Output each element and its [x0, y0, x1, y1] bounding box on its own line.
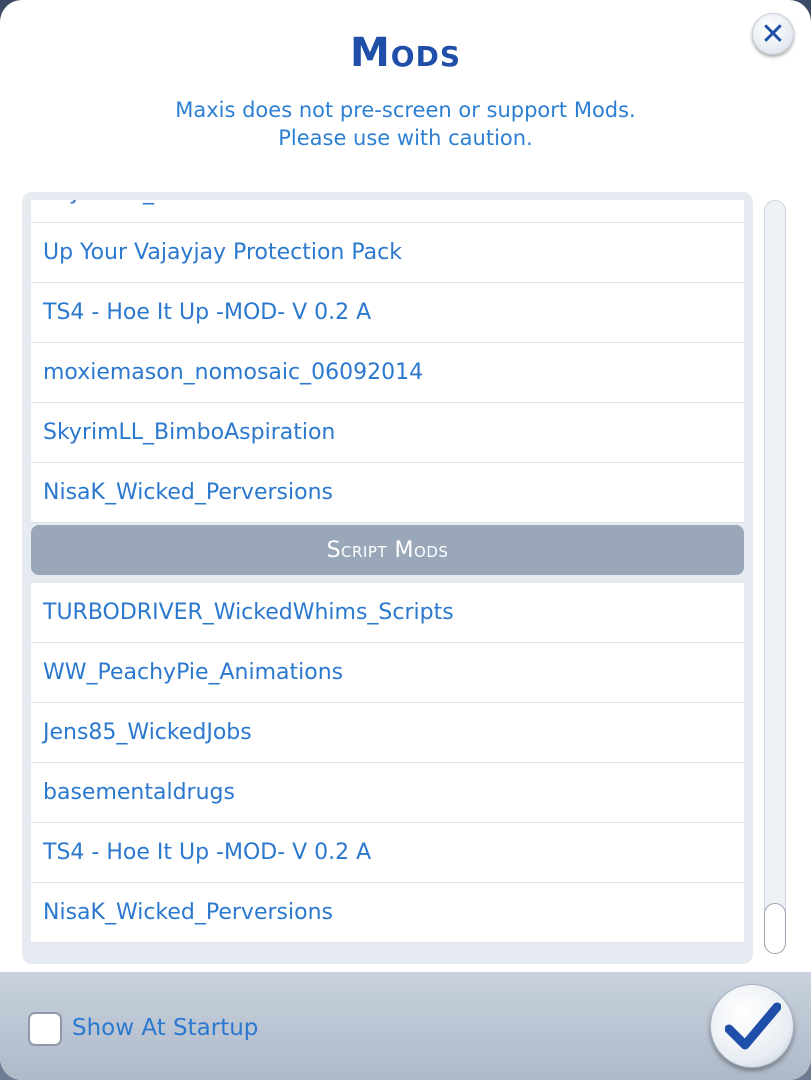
mods-list-content: SkyrimLL_BimboTrait Up Your Vajayjay Pro…	[31, 200, 744, 943]
script-mod-list-item[interactable]: TURBODRIVER_WickedWhims_Scripts	[31, 583, 744, 643]
script-mod-list-item[interactable]: NisaK_Wicked_Perversions	[31, 883, 744, 943]
scrollbar-thumb[interactable]	[764, 903, 786, 954]
mod-list-item[interactable]: SkyrimLL_BimboAspiration	[31, 403, 744, 463]
mod-list-item[interactable]: TS4 - Hoe It Up -MOD- V 0.2 A	[31, 283, 744, 343]
close-button[interactable]: ✕	[752, 13, 794, 55]
mod-list-item[interactable]: SkyrimLL_BimboTrait	[31, 200, 744, 223]
scrollbar-rail[interactable]	[764, 200, 786, 954]
script-mod-list-item[interactable]: TS4 - Hoe It Up -MOD- V 0.2 A	[31, 823, 744, 883]
mods-dialog: Mods Maxis does not pre-screen or suppor…	[0, 0, 811, 1080]
subtitle-line-1: Maxis does not pre-screen or support Mod…	[175, 98, 636, 122]
script-mod-list-item[interactable]: basementaldrugs	[31, 763, 744, 823]
dialog-title: Mods	[349, 30, 461, 76]
script-mods-section-header: Script Mods	[31, 525, 744, 575]
dialog-subtitle: Maxis does not pre-screen or support Mod…	[0, 96, 811, 152]
subtitle-line-2: Please use with caution.	[278, 126, 533, 150]
mod-list-item[interactable]: Up Your Vajayjay Protection Pack	[31, 223, 744, 283]
scrollbar[interactable]	[764, 200, 786, 954]
mods-list[interactable]: SkyrimLL_BimboTrait Up Your Vajayjay Pro…	[31, 200, 744, 954]
mod-list-item[interactable]: moxiemason_nomosaic_06092014	[31, 343, 744, 403]
confirm-button[interactable]	[710, 984, 794, 1068]
show-at-startup-label[interactable]: Show At Startup	[72, 1015, 258, 1041]
script-mod-list-item[interactable]: WW_PeachyPie_Animations	[31, 643, 744, 703]
script-mod-list-item[interactable]: Jens85_WickedJobs	[31, 703, 744, 763]
show-at-startup-checkbox[interactable]	[28, 1012, 62, 1046]
checkmark-icon	[725, 1002, 781, 1050]
mod-list-item[interactable]: NisaK_Wicked_Perversions	[31, 463, 744, 523]
close-icon: ✕	[760, 16, 786, 52]
